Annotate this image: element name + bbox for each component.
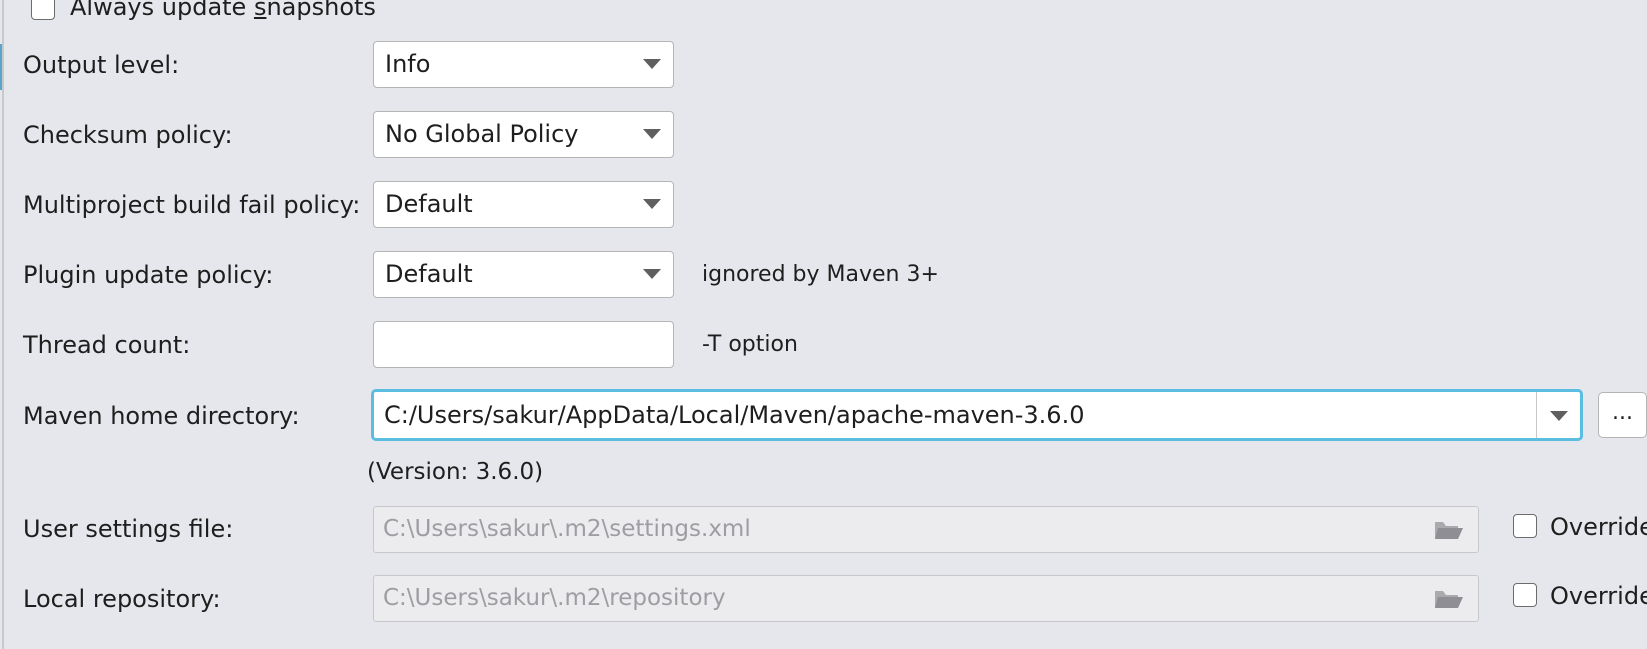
local-repository-override-checkbox[interactable] bbox=[1513, 583, 1537, 607]
maven-home-label: Maven home directory: bbox=[23, 402, 300, 430]
plugin-update-policy-hint: ignored by Maven 3+ bbox=[702, 262, 939, 287]
left-divider bbox=[2, 0, 4, 649]
checksum-policy-label: Checksum policy: bbox=[23, 121, 233, 149]
always-update-snapshots-checkbox[interactable] bbox=[31, 0, 55, 20]
maven-home-value: C:/Users/sakur/AppData/Local/Maven/apach… bbox=[384, 401, 1085, 429]
plugin-update-policy-label: Plugin update policy: bbox=[23, 261, 274, 289]
local-repository-label: Local repository: bbox=[23, 585, 221, 613]
user-settings-label: User settings file: bbox=[23, 515, 234, 543]
multiproject-fail-policy-label: Multiproject build fail policy: bbox=[23, 191, 361, 219]
plugin-update-policy-value: Default bbox=[385, 260, 473, 288]
local-repository-field: C:\Users\sakur\.m2\repository bbox=[373, 575, 1479, 622]
chevron-down-icon bbox=[643, 269, 661, 279]
checksum-policy-select[interactable]: No Global Policy bbox=[373, 111, 674, 158]
local-repository-value: C:\Users\sakur\.m2\repository bbox=[383, 585, 726, 611]
user-settings-override-label: Override bbox=[1550, 513, 1647, 541]
chevron-down-icon bbox=[643, 59, 661, 69]
focus-indicator bbox=[0, 44, 2, 90]
user-settings-override-checkbox[interactable] bbox=[1513, 514, 1537, 538]
output-level-label: Output level: bbox=[23, 51, 180, 79]
output-level-value: Info bbox=[385, 50, 431, 78]
multiproject-fail-policy-value: Default bbox=[385, 190, 473, 218]
maven-version-text: (Version: 3.6.0) bbox=[367, 459, 544, 485]
always-update-snapshots-label: Always update snapshots bbox=[70, 0, 376, 21]
maven-home-combobox[interactable]: C:/Users/sakur/AppData/Local/Maven/apach… bbox=[371, 389, 1583, 441]
thread-count-input[interactable] bbox=[373, 321, 674, 368]
thread-count-hint: -T option bbox=[702, 332, 798, 357]
combo-separator bbox=[1535, 392, 1537, 438]
thread-count-label: Thread count: bbox=[23, 331, 191, 359]
output-level-select[interactable]: Info bbox=[373, 41, 674, 88]
user-settings-field: C:\Users\sakur\.m2\settings.xml bbox=[373, 506, 1479, 553]
folder-open-icon bbox=[1435, 591, 1463, 608]
user-settings-value: C:\Users\sakur\.m2\settings.xml bbox=[383, 516, 751, 542]
folder-open-icon bbox=[1435, 522, 1463, 539]
chevron-down-icon bbox=[643, 199, 661, 209]
chevron-down-icon[interactable] bbox=[1550, 411, 1568, 421]
multiproject-fail-policy-select[interactable]: Default bbox=[373, 181, 674, 228]
maven-home-browse-button[interactable]: ... bbox=[1598, 392, 1647, 438]
plugin-update-policy-select[interactable]: Default bbox=[373, 251, 674, 298]
chevron-down-icon bbox=[643, 129, 661, 139]
checksum-policy-value: No Global Policy bbox=[385, 120, 579, 148]
local-repository-override-label: Override bbox=[1550, 582, 1647, 610]
